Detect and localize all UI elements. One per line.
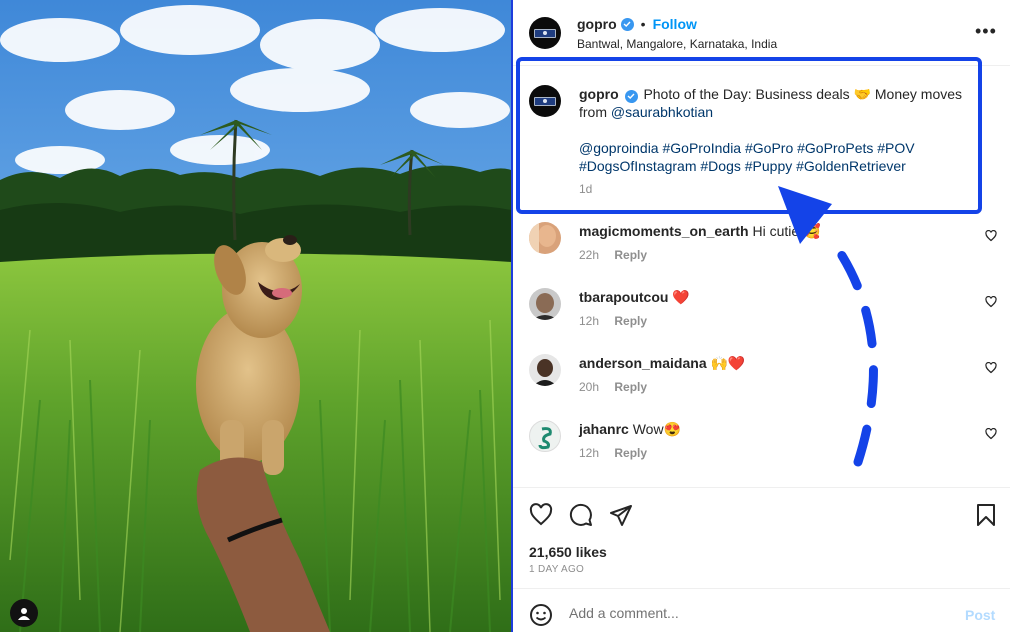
reply-button[interactable]: Reply <box>614 314 647 328</box>
comment-meta: 22h Reply <box>579 248 647 262</box>
comment-like-icon[interactable] <box>985 362 997 374</box>
post-photo[interactable] <box>0 0 511 632</box>
comment-icon[interactable] <box>569 503 593 527</box>
post-comment-button[interactable]: Post <box>965 607 995 623</box>
comment-body: Hi cutie 🥰 <box>752 223 821 239</box>
reply-button[interactable]: Reply <box>614 380 647 394</box>
comment-body: Wow😍 <box>632 421 681 437</box>
comment-body: ❤️ <box>672 289 690 305</box>
comment-username[interactable]: magicmoments_on_earth <box>579 223 749 239</box>
comment-item: magicmoments_on_earth Hi cutie 🥰 22h Rep… <box>513 222 1010 282</box>
comment-meta: 20h Reply <box>579 380 647 394</box>
comment-time: 12h <box>579 314 600 328</box>
commenter-avatar[interactable] <box>529 354 561 386</box>
caption-highlight-box <box>516 57 982 214</box>
comment-body: 🙌❤️ <box>710 355 746 371</box>
commenter-avatar[interactable] <box>529 288 561 320</box>
comment-item: jahanrc Wow😍 12h Reply <box>513 420 1010 480</box>
comment-time: 12h <box>579 446 600 460</box>
comment-time: 22h <box>579 248 600 262</box>
comment-meta: 12h Reply <box>579 446 647 460</box>
comment-meta: 12h Reply <box>579 314 647 328</box>
comment-username[interactable]: jahanrc <box>579 421 629 437</box>
dog-field-image <box>0 0 511 632</box>
comment-text: anderson_maidana 🙌❤️ <box>579 355 745 372</box>
comment-time: 20h <box>579 380 600 394</box>
add-comment-bar: Post <box>513 588 1010 632</box>
header-user-row: gopro • Follow <box>577 16 697 32</box>
gopro-avatar[interactable] <box>529 17 561 49</box>
verified-badge-icon <box>620 17 634 31</box>
post-location[interactable]: Bantwal, Mangalore, Karnataka, India <box>577 37 777 51</box>
header-username[interactable]: gopro <box>577 16 617 32</box>
comment-username[interactable]: tbarapoutcou <box>579 289 668 305</box>
comment-like-icon[interactable] <box>985 230 997 242</box>
comment-item: tbarapoutcou ❤️ 12h Reply <box>513 288 1010 348</box>
action-bar: 21,650 likes 1 DAY AGO Post <box>513 487 1010 632</box>
post-detail-panel: gopro • Follow Bantwal, Mangalore, Karna… <box>513 0 1010 632</box>
comment-item: anderson_maidana 🙌❤️ 20h Reply <box>513 354 1010 414</box>
comment-like-icon[interactable] <box>985 296 997 308</box>
likes-count[interactable]: 21,650 likes <box>529 544 607 560</box>
commenter-avatar[interactable] <box>529 420 561 452</box>
comment-text: magicmoments_on_earth Hi cutie 🥰 <box>579 223 821 240</box>
separator-dot: • <box>640 16 646 32</box>
comment-text: jahanrc Wow😍 <box>579 421 681 438</box>
post-date: 1 DAY AGO <box>529 564 585 575</box>
comment-like-icon[interactable] <box>985 428 997 440</box>
comment-text: tbarapoutcou ❤️ <box>579 289 690 306</box>
more-options-icon[interactable]: ••• <box>975 22 997 40</box>
share-icon[interactable] <box>609 503 633 527</box>
commenter-avatar[interactable] <box>529 222 561 254</box>
bookmark-icon[interactable] <box>974 503 998 527</box>
user-tag-icon[interactable] <box>10 599 38 627</box>
emoji-icon[interactable] <box>529 603 553 627</box>
reply-button[interactable]: Reply <box>614 248 647 262</box>
follow-button[interactable]: Follow <box>653 16 697 32</box>
reply-button[interactable]: Reply <box>614 446 647 460</box>
heart-icon[interactable] <box>529 503 553 527</box>
comment-username[interactable]: anderson_maidana <box>579 355 707 371</box>
comment-input[interactable] <box>569 601 949 625</box>
